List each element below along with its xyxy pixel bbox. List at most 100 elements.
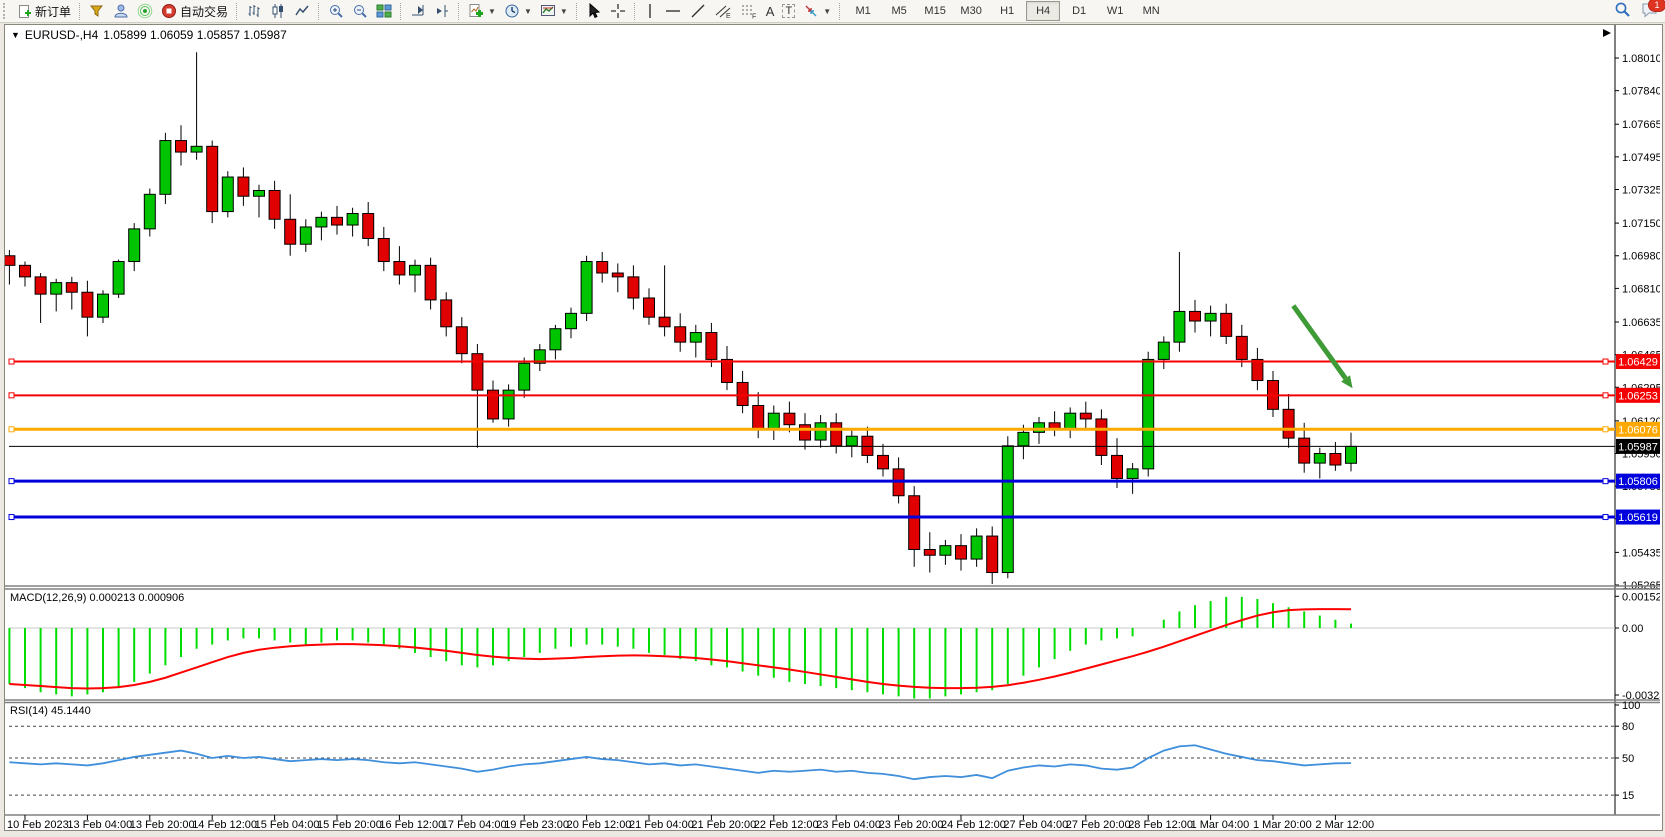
timeframe-button-mn[interactable]: MN <box>1134 1 1168 21</box>
horizontal-line-tool-button[interactable] <box>660 0 686 22</box>
candle-bear <box>176 141 187 153</box>
experts-button[interactable] <box>109 0 133 22</box>
price-chart-canvas[interactable]: 1.080101.078401.076651.074951.073251.071… <box>5 25 1660 828</box>
separator <box>400 3 402 20</box>
timeframe-button-w1[interactable]: W1 <box>1098 1 1132 21</box>
price-axis-label: 1.07325 <box>1622 185 1660 197</box>
line-handle-right[interactable] <box>1603 427 1608 432</box>
scroll-to-end-marker[interactable] <box>1603 29 1611 37</box>
time-axis-label: 15 Feb 20:00 <box>317 819 382 828</box>
candle-bear <box>441 300 452 327</box>
candle-bull <box>129 229 140 262</box>
candle-bull <box>1205 313 1216 321</box>
auto-trading-button[interactable]: 自动交易 <box>157 0 232 22</box>
candle-bear <box>82 292 93 317</box>
cursor-button[interactable] <box>582 0 606 22</box>
candlestick-chart-button[interactable] <box>266 0 290 22</box>
price-axis-label: 1.07840 <box>1622 86 1660 98</box>
rsi-axis-label: 100 <box>1622 700 1640 712</box>
auto-scroll-button[interactable] <box>406 0 430 22</box>
candle-bear <box>20 265 31 277</box>
timeframe-button-d1[interactable]: D1 <box>1062 1 1096 21</box>
price-axis-label: 1.07665 <box>1622 119 1660 131</box>
bar-chart-icon <box>246 3 262 19</box>
vertical-line-tool-button[interactable] <box>640 0 660 22</box>
line-handle-right[interactable] <box>1603 515 1608 520</box>
rsi-line <box>9 745 1351 779</box>
price-level-label: 1.06076 <box>1618 424 1658 436</box>
auto-trading-label: 自动交易 <box>180 3 228 20</box>
candle-bull <box>1346 446 1357 463</box>
line-handle-left[interactable] <box>9 427 14 432</box>
line-handle-right[interactable] <box>1603 393 1608 398</box>
time-axis-label: 13 Feb 04:00 <box>67 819 132 828</box>
new-order-button[interactable]: 新订单 <box>13 0 75 22</box>
candle-bear <box>1096 419 1107 455</box>
tile-windows-button[interactable] <box>372 0 396 22</box>
indicators-button[interactable]: ▼ <box>464 0 500 22</box>
text-label-icon: T <box>782 4 795 18</box>
candle-bear <box>987 536 998 572</box>
funnel-button[interactable] <box>85 0 109 22</box>
text-label-tool-button[interactable]: T <box>778 0 799 22</box>
line-handle-right[interactable] <box>1603 479 1608 484</box>
crosshair-button[interactable] <box>606 0 630 22</box>
dropdown-caret: ▼ <box>560 7 568 16</box>
timeframe-button-m30[interactable]: M30 <box>954 1 988 21</box>
auto-trading-icon <box>161 3 177 19</box>
candle-bear <box>628 277 639 298</box>
candle-bull <box>1127 469 1138 479</box>
search-icon[interactable] <box>1614 1 1631 21</box>
signals-button[interactable] <box>133 0 157 22</box>
candlestick-chart-icon <box>270 3 286 19</box>
annotation-arrow[interactable] <box>1293 306 1345 379</box>
candle-bull <box>1002 446 1013 573</box>
candle-bull <box>347 214 358 226</box>
templates-button[interactable]: ▼ <box>536 0 572 22</box>
notifications-button[interactable]: 1 <box>1641 2 1659 21</box>
line-handle-left[interactable] <box>9 515 14 520</box>
chart-shift-button[interactable] <box>430 0 454 22</box>
time-axis-label: 10 Feb 2023 <box>7 819 69 828</box>
macd-axis-label: 0.001529 <box>1622 591 1660 603</box>
candle-bull <box>1158 342 1169 359</box>
line-handle-right[interactable] <box>1603 359 1608 364</box>
time-axis-label: 19 Feb 23:00 <box>504 819 569 828</box>
trendline-tool-button[interactable] <box>686 0 710 22</box>
zoom-out-icon <box>352 3 368 19</box>
candle-bear <box>722 359 733 382</box>
time-axis-label: 24 Feb 12:00 <box>941 819 1006 828</box>
candle-bull <box>300 227 311 244</box>
candle-bull <box>550 329 561 350</box>
time-axis-label: 17 Feb 04:00 <box>442 819 507 828</box>
candle-bear <box>753 406 764 429</box>
periods-button[interactable]: ▼ <box>500 0 536 22</box>
text-tool-button[interactable]: A <box>762 0 779 22</box>
arrows-tool-button[interactable]: ▼ <box>799 0 835 22</box>
line-chart-button[interactable] <box>290 0 314 22</box>
candle-bear <box>456 327 467 354</box>
bar-chart-button[interactable] <box>242 0 266 22</box>
timeframe-button-h4[interactable]: H4 <box>1026 1 1060 21</box>
price-axis-label: 1.06980 <box>1622 251 1660 263</box>
candle-bull <box>254 190 265 196</box>
channel-tool-button[interactable]: E <box>710 0 736 22</box>
candle-bull <box>410 265 421 275</box>
chart-window[interactable]: ▼ EURUSD-,H4 1.05899 1.06059 1.05857 1.0… <box>4 24 1663 831</box>
timeframe-button-m15[interactable]: M15 <box>918 1 952 21</box>
zoom-in-button[interactable] <box>324 0 348 22</box>
timeframe-button-h1[interactable]: H1 <box>990 1 1024 21</box>
time-axis-label: 20 Feb 12:00 <box>567 819 632 828</box>
zoom-out-button[interactable] <box>348 0 372 22</box>
price-axis-label: 1.06635 <box>1622 317 1660 329</box>
line-handle-left[interactable] <box>9 479 14 484</box>
timeframe-button-m5[interactable]: M5 <box>882 1 916 21</box>
line-chart-icon <box>294 3 310 19</box>
timeframe-button-m1[interactable]: M1 <box>846 1 880 21</box>
fibonacci-tool-button[interactable]: F <box>736 0 762 22</box>
time-axis-label: 27 Feb 20:00 <box>1066 819 1131 828</box>
candle-bear <box>924 549 935 555</box>
line-handle-left[interactable] <box>9 359 14 364</box>
line-handle-left[interactable] <box>9 393 14 398</box>
time-axis-label: 27 Feb 04:00 <box>1003 819 1068 828</box>
